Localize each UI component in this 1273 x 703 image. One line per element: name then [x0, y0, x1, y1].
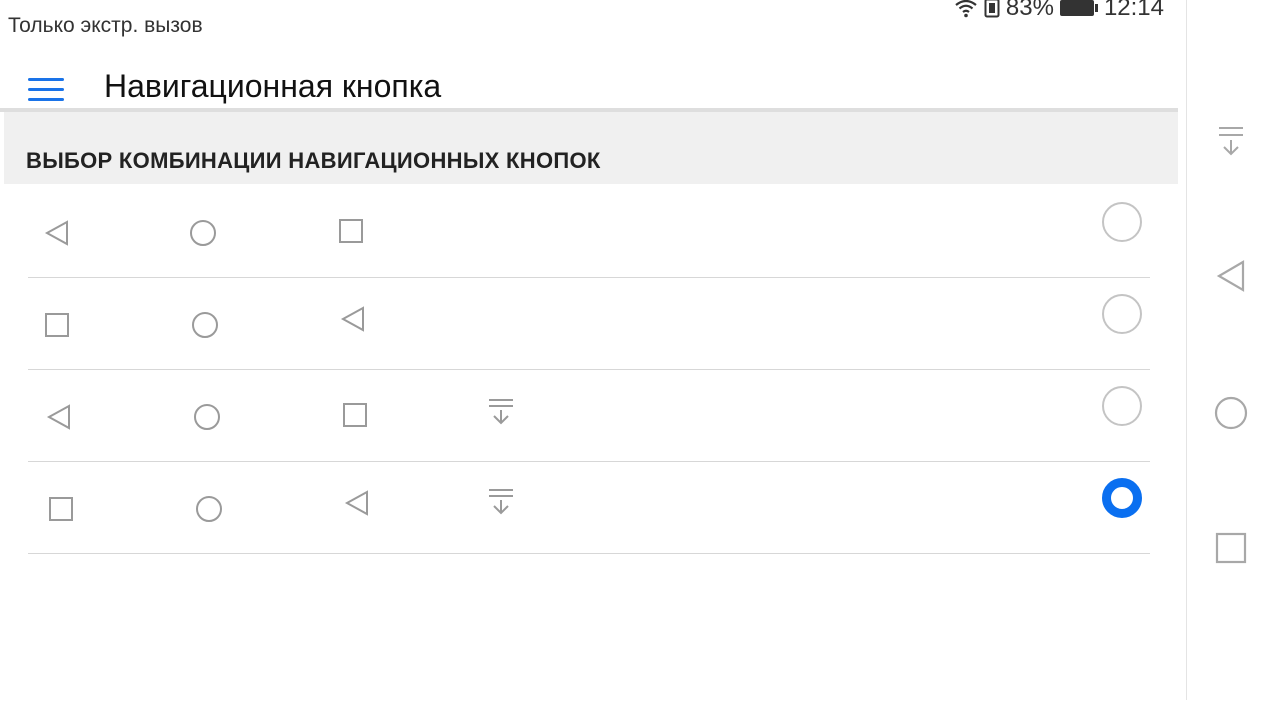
option-row-3[interactable] [0, 370, 1178, 462]
wifi-icon [954, 0, 978, 18]
system-navigation-bar [1186, 0, 1273, 700]
back-icon [44, 402, 74, 432]
back-icon [342, 488, 372, 518]
back-icon [42, 218, 72, 248]
notifications-pulldown-icon[interactable] [1211, 122, 1251, 162]
recent-apps-icon [340, 400, 370, 430]
hamburger-menu-icon[interactable] [26, 74, 66, 104]
sim-icon [984, 0, 1000, 18]
status-bar: Только экстр. вызов 83% 12:14 [0, 0, 1180, 50]
battery-percent: 83% [1005, 0, 1054, 21]
navigation-combination-list [0, 186, 1178, 554]
recent-apps-icon [42, 310, 72, 340]
notifications-pulldown-icon [486, 396, 516, 426]
home-icon [192, 402, 222, 432]
carrier-text: Только экстр. вызов [8, 14, 203, 37]
back-icon [338, 304, 368, 334]
recent-apps-icon [46, 494, 76, 524]
option-radio-2[interactable] [1102, 294, 1142, 334]
option-row-2[interactable] [0, 278, 1178, 370]
home-icon[interactable] [1211, 393, 1251, 433]
option-row-4[interactable] [0, 462, 1178, 554]
row-divider [28, 553, 1150, 554]
notifications-pulldown-icon [486, 486, 516, 516]
recent-apps-icon[interactable] [1211, 528, 1251, 568]
option-radio-3[interactable] [1102, 386, 1142, 426]
section-header: ВЫБОР КОМБИНАЦИИ НАВИГАЦИОННЫХ КНОПОК [4, 112, 1178, 184]
back-icon[interactable] [1211, 256, 1251, 296]
action-bar: Навигационная кнопка [0, 50, 1178, 112]
home-icon [190, 310, 220, 340]
option-radio-1[interactable] [1102, 202, 1142, 242]
option-row-1[interactable] [0, 186, 1178, 278]
home-icon [194, 494, 224, 524]
home-icon [188, 218, 218, 248]
recent-apps-icon [336, 216, 366, 246]
page-title: Навигационная кнопка [104, 68, 442, 104]
clock: 12:14 [1103, 0, 1164, 21]
screen: Только экстр. вызов 83% 12:14 Навигацион… [0, 0, 1273, 703]
battery-icon [1059, 0, 1098, 16]
status-icons: 83% 12:14 [954, 0, 1164, 22]
option-radio-4-selected[interactable] [1102, 478, 1142, 518]
section-title: ВЫБОР КОМБИНАЦИИ НАВИГАЦИОННЫХ КНОПОК [26, 148, 601, 173]
